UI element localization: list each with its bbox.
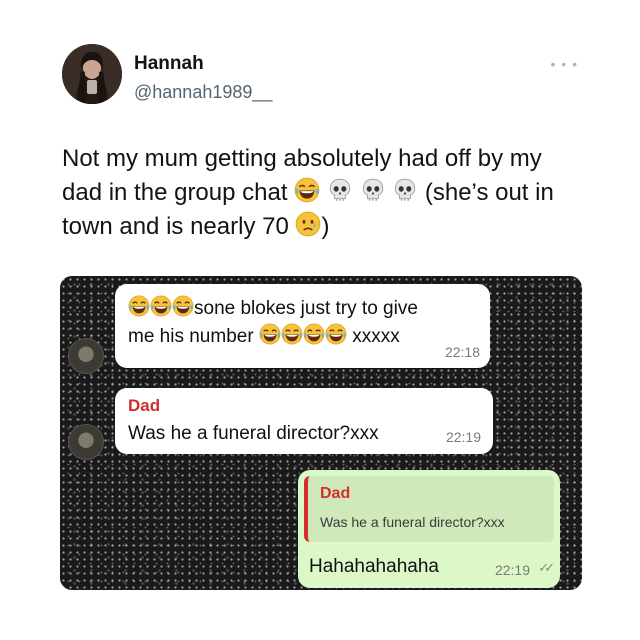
profile-avatar[interactable] <box>62 44 122 104</box>
message-time: 22:18 <box>444 344 480 360</box>
laughing-crying-emoji-icon <box>325 323 347 345</box>
skull-emoji-icon <box>327 177 353 203</box>
incoming-message-bubble: sone blokes just try to give me his numb… <box>115 284 490 368</box>
tweet-text: Not my mum getting absolutely had off by… <box>62 142 582 244</box>
chat-screenshot-image[interactable]: sone blokes just try to give me his numb… <box>60 276 582 590</box>
message-text: sone blokes just try to give <box>194 298 418 319</box>
tweet-card: Hannah @hannah1989__ • • • Not my mum ge… <box>0 0 640 640</box>
skull-emoji-icon <box>392 177 418 203</box>
message-text: Hahahahahaha <box>309 556 439 577</box>
laughing-crying-emoji-icon <box>128 295 150 317</box>
read-receipt-icon: ✓✓ <box>538 560 555 575</box>
quoted-sender-name: Dad <box>320 485 351 502</box>
message-time: 22:19 <box>494 562 530 578</box>
laughing-crying-emoji-icon <box>172 295 194 317</box>
laughing-crying-emoji-icon <box>150 295 172 317</box>
author-handle[interactable]: @hannah1989__ <box>134 82 272 103</box>
message-line: sone blokes just try to give <box>128 295 418 320</box>
sad-tear-emoji-icon <box>295 211 321 237</box>
message-line: me his number xxxxx <box>128 323 400 348</box>
chat-member-avatar <box>68 338 104 374</box>
message-text: Was he a funeral director?xxx <box>128 423 379 444</box>
chat-member-avatar <box>68 424 104 460</box>
laughing-crying-emoji-icon <box>294 177 320 203</box>
outgoing-message-bubble: Dad Was he a funeral director?xxx Hahaha… <box>298 470 560 588</box>
laughing-crying-emoji-icon <box>303 323 325 345</box>
tweet-text-part: ) <box>321 213 330 240</box>
message-text: me his number <box>128 326 259 347</box>
incoming-message-bubble: Dad Was he a funeral director?xxx 22:19 <box>115 388 493 454</box>
more-horizontal-icon[interactable]: • • • <box>551 56 578 72</box>
sender-name: Dad <box>128 396 161 415</box>
skull-emoji-icon <box>360 177 386 203</box>
laughing-crying-emoji-icon <box>281 323 303 345</box>
quoted-reply: Dad Was he a funeral director?xxx <box>304 476 554 542</box>
message-text: xxxxx <box>346 326 400 347</box>
quoted-message-text: Was he a funeral director?xxx <box>320 514 505 530</box>
author-name[interactable]: Hannah <box>134 53 204 75</box>
laughing-crying-emoji-icon <box>259 323 281 345</box>
message-time: 22:19 <box>445 429 481 445</box>
